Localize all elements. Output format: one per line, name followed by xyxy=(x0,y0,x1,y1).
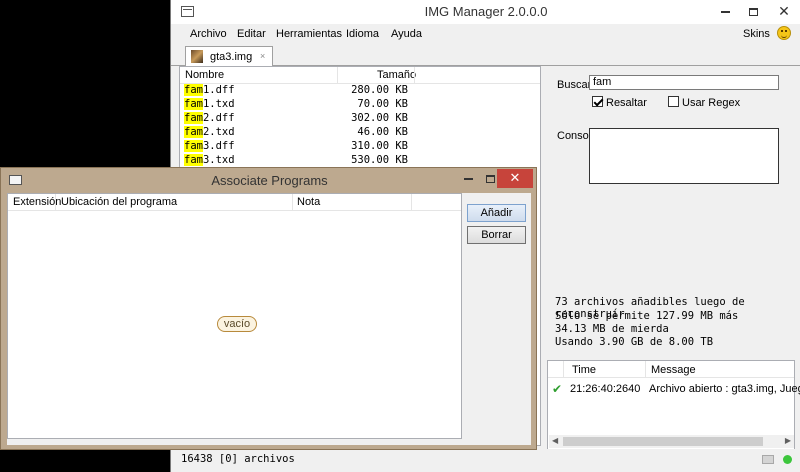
menu-ayuda[interactable]: Ayuda xyxy=(391,28,422,40)
file-name: 1.txd xyxy=(202,98,235,110)
file-name: 3.txd xyxy=(202,154,235,166)
maximize-icon xyxy=(485,175,495,184)
file-name: 3.dff xyxy=(202,140,235,152)
status-bar: 16438 [0] archivos xyxy=(171,449,800,472)
column-divider[interactable] xyxy=(292,194,293,210)
search-highlight: fam xyxy=(184,98,203,110)
highlight-checkbox[interactable] xyxy=(592,96,603,107)
success-check-icon: ✔ xyxy=(552,382,563,396)
status-file-count: 16438 [0] archivos xyxy=(181,453,295,465)
scroll-right-icon[interactable]: ▶ xyxy=(785,436,791,445)
scrollbar-thumb[interactable] xyxy=(563,437,763,446)
column-divider[interactable] xyxy=(645,361,646,377)
search-highlight: fam xyxy=(184,126,203,138)
column-tamano[interactable]: Tamaño xyxy=(377,69,416,81)
log-grid[interactable]: Time Message ✔ 21:26:40:2640 Archivo abi… xyxy=(547,360,800,450)
file-list-header: Nombre Tamaño xyxy=(180,67,540,84)
stat-wasted-space: 34.13 MB de mierda xyxy=(555,323,669,335)
progress-indicator xyxy=(762,455,774,464)
minimize-icon xyxy=(720,10,730,13)
associate-programs-dialog: Associate Programs ✕ Extensión Ubicación… xyxy=(0,167,537,450)
file-size: 530.00 KB xyxy=(351,154,408,166)
title-bar[interactable]: IMG Manager 2.0.0.0 ✕ xyxy=(171,0,800,24)
minimize-button[interactable] xyxy=(711,0,739,22)
column-divider[interactable] xyxy=(337,67,338,83)
file-name: 2.dff xyxy=(202,112,235,124)
tab-gta3-img[interactable]: gta3.img × xyxy=(185,46,273,67)
log-header: Time Message xyxy=(548,361,794,378)
column-divider[interactable] xyxy=(411,194,412,210)
column-divider[interactable] xyxy=(563,361,564,377)
table-row[interactable]: fam3.dff 310.00 KB xyxy=(180,140,540,153)
search-highlight: fam xyxy=(184,154,203,166)
status-ready-icon xyxy=(783,455,792,464)
dialog-close-button[interactable]: ✕ xyxy=(497,169,533,188)
table-row[interactable]: fam3.txd 530.00 KB xyxy=(180,154,540,167)
dialog-title-bar[interactable]: Associate Programs ✕ xyxy=(1,168,536,192)
column-note[interactable]: Nota xyxy=(297,196,320,208)
maximize-icon xyxy=(748,7,758,16)
log-message: Archivo abierto : gta3.img, Juego : SA xyxy=(649,383,800,395)
smiley-icon[interactable] xyxy=(777,26,791,40)
empty-state-badge: vacío xyxy=(217,316,257,332)
tab-close-icon[interactable]: × xyxy=(260,51,265,61)
menu-skins[interactable]: Skins xyxy=(743,28,770,40)
file-name: 1.dff xyxy=(202,84,235,96)
file-name: 2.txd xyxy=(202,126,235,138)
maximize-button[interactable] xyxy=(739,0,767,22)
table-row[interactable]: fam2.dff 302.00 KB xyxy=(180,112,540,125)
file-tab-strip: gta3.img × xyxy=(171,44,800,67)
file-size: 46.00 KB xyxy=(357,126,408,138)
close-icon: ✕ xyxy=(778,3,790,19)
minimize-icon xyxy=(463,178,473,181)
highlight-label[interactable]: Resaltar xyxy=(606,97,647,109)
log-time: 21:26:40:2640 xyxy=(570,383,641,395)
column-divider[interactable] xyxy=(414,67,415,83)
file-size: 302.00 KB xyxy=(351,112,408,124)
search-input[interactable]: fam xyxy=(589,75,779,90)
menu-archivo[interactable]: Archivo xyxy=(190,28,227,40)
column-time[interactable]: Time xyxy=(572,364,596,376)
column-program-location[interactable]: Ubicación del programa xyxy=(61,196,177,208)
search-highlight: fam xyxy=(184,140,203,152)
file-size: 70.00 KB xyxy=(357,98,408,110)
search-highlight: fam xyxy=(184,84,203,96)
window-title: IMG Manager 2.0.0.0 xyxy=(424,4,548,19)
file-size: 310.00 KB xyxy=(351,140,408,152)
menu-herramientas[interactable]: Herramientas xyxy=(276,28,342,40)
associations-list[interactable]: Extensión Ubicación del programa Nota va… xyxy=(7,193,462,439)
close-button[interactable]: ✕ xyxy=(767,0,800,22)
regex-label[interactable]: Usar Regex xyxy=(682,97,740,109)
column-divider[interactable] xyxy=(55,194,56,210)
delete-button[interactable]: Borrar xyxy=(467,226,526,244)
menu-bar: Archivo Editar Herramientas Idioma Ayuda… xyxy=(171,24,800,44)
dialog-body: Extensión Ubicación del programa Nota va… xyxy=(7,193,531,445)
close-icon: ✕ xyxy=(509,170,521,185)
tab-label: gta3.img xyxy=(210,51,253,63)
column-nombre[interactable]: Nombre xyxy=(185,69,224,81)
search-highlight: fam xyxy=(184,112,203,124)
stat-usage: Usando 3.90 GB de 8.00 TB xyxy=(555,336,714,348)
table-row[interactable]: fam1.txd 70.00 KB xyxy=(180,98,540,111)
scroll-left-icon[interactable]: ◀ xyxy=(552,436,558,445)
associations-header: Extensión Ubicación del programa Nota xyxy=(8,194,461,211)
add-button[interactable]: Añadir xyxy=(467,204,526,222)
stat-space-allowed: Sólo se permite 127.99 MB más xyxy=(555,310,739,322)
table-row[interactable]: fam2.txd 46.00 KB xyxy=(180,126,540,139)
console-input[interactable] xyxy=(589,128,779,184)
img-file-icon xyxy=(191,50,203,63)
file-size: 280.00 KB xyxy=(351,84,408,96)
menu-editar[interactable]: Editar xyxy=(237,28,266,40)
column-message[interactable]: Message xyxy=(651,364,696,376)
search-label: Buscar xyxy=(557,79,592,91)
menu-idioma[interactable]: Idioma xyxy=(346,28,379,40)
table-row[interactable]: fam1.dff 280.00 KB xyxy=(180,84,540,97)
regex-checkbox[interactable] xyxy=(668,96,679,107)
log-horizontal-scrollbar[interactable]: ◀ ▶ xyxy=(549,435,794,448)
dialog-minimize-button[interactable] xyxy=(457,169,479,189)
